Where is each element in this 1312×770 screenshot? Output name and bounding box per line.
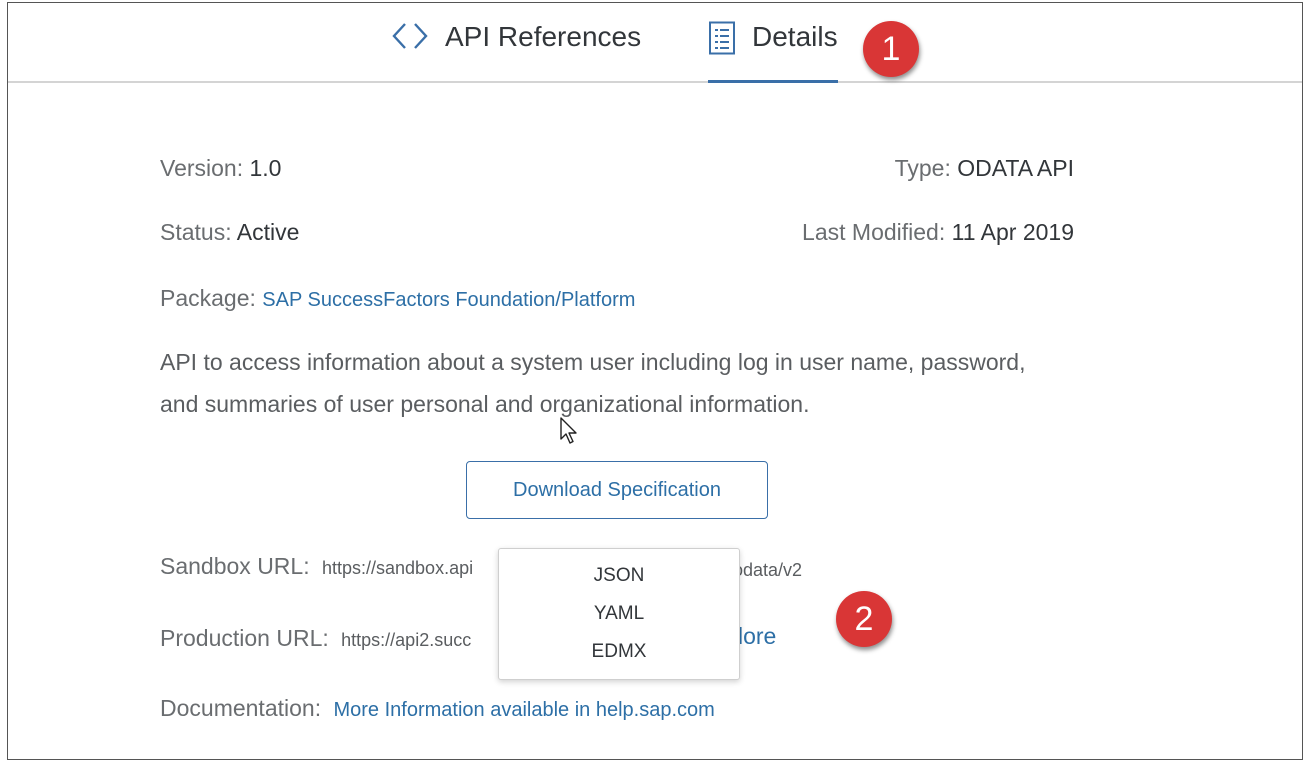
sandbox-url-label: Sandbox URL: [160, 553, 310, 579]
callout-badge-2: 2 [836, 591, 892, 647]
status-label: Status: [160, 219, 232, 245]
tab-api-references-label: API References [445, 21, 642, 52]
tab-details-label: Details [752, 21, 838, 52]
description-line-1: API to access information about a system… [160, 349, 1026, 375]
type-row: Type: ODATA API [895, 155, 1074, 182]
api-details-panel: API References Details 1 Version: 1.0 Ty… [7, 2, 1303, 760]
documentation-row: Documentation: More Information availabl… [160, 695, 715, 722]
type-label: Type: [894, 155, 951, 181]
last-modified-value: 11 Apr 2019 [951, 219, 1074, 245]
document-list-icon [708, 21, 736, 55]
package-row: Package: SAP SuccessFactors Foundation/P… [160, 285, 635, 312]
sandbox-url-row: Sandbox URL: https://sandbox.api [160, 553, 473, 580]
sandbox-url-value: https://sandbox.api [321, 558, 474, 578]
code-brackets-icon [391, 21, 429, 51]
description-line-2: and summaries of user personal and organ… [160, 391, 810, 417]
status-row: Status: Active [160, 219, 299, 246]
production-more-row: lore [738, 623, 776, 650]
menu-item-edmx[interactable]: EDMX [499, 641, 739, 663]
download-format-menu: JSON YAML EDMX [498, 548, 740, 680]
version-row: Version: 1.0 [160, 155, 281, 182]
tab-bar: API References Details [8, 3, 1302, 83]
last-modified-row: Last Modified: 11 Apr 2019 [802, 219, 1074, 246]
callout-badge-1: 1 [863, 21, 919, 77]
download-specification-button[interactable]: Download Specification [466, 461, 768, 519]
package-link[interactable]: SAP SuccessFactors Foundation/Platform [262, 289, 635, 311]
tab-details[interactable]: Details [708, 21, 838, 83]
type-value: ODATA API [957, 155, 1074, 181]
version-value: 1.0 [249, 155, 282, 181]
api-description: API to access information about a system… [160, 341, 1060, 425]
tab-api-references[interactable]: API References [391, 21, 641, 79]
production-url-row: Production URL: https://api2.succ [160, 625, 471, 652]
package-label: Package: [160, 285, 256, 311]
sandbox-url-end: odata/v2 [733, 560, 803, 580]
menu-item-json[interactable]: JSON [499, 565, 739, 587]
documentation-link[interactable]: More Information available in help.sap.c… [333, 699, 714, 721]
version-label: Version: [160, 155, 244, 181]
production-url-label: Production URL: [160, 625, 329, 651]
menu-item-yaml[interactable]: YAML [499, 603, 739, 625]
production-url-value: https://api2.succ [341, 630, 472, 650]
mouse-cursor-icon [560, 417, 578, 450]
status-value: Active [236, 219, 300, 245]
sandbox-url-tail: odata/v2 [733, 555, 802, 582]
production-more-link[interactable]: lore [738, 623, 776, 649]
last-modified-label: Last Modified: [802, 219, 946, 245]
documentation-label: Documentation: [160, 695, 322, 721]
